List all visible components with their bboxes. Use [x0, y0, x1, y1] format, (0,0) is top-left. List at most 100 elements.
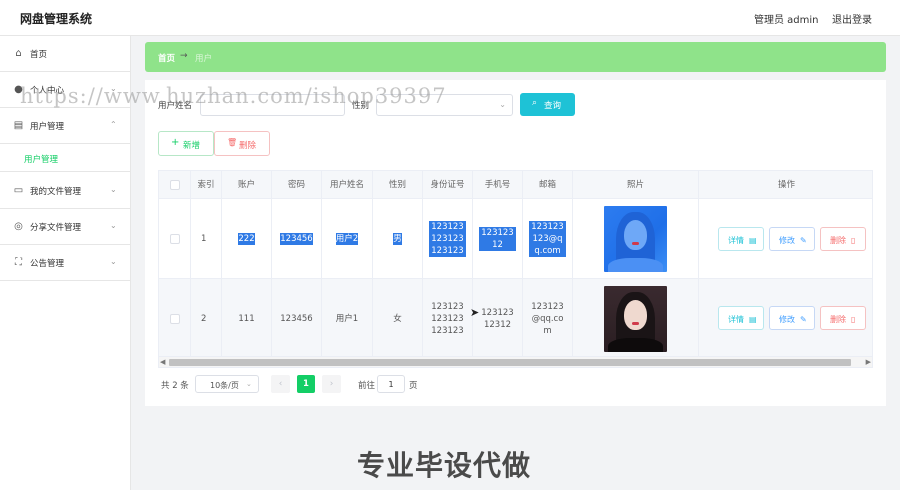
table-horizontal-scrollbar[interactable]: ◀ ▶ — [158, 356, 873, 368]
sidebar-item-my-files[interactable]: ▭ 我的文件管理 ⌄ — [0, 173, 131, 209]
sidebar-item-label: 用户管理 — [30, 122, 65, 132]
header-select-all — [159, 171, 191, 198]
row-checkbox[interactable] — [169, 313, 180, 324]
scrollbar-thumb[interactable] — [169, 359, 851, 366]
cell-phone-text: 12312312 — [479, 226, 516, 251]
goto-page-input[interactable] — [377, 375, 405, 393]
column-header: 性别 — [373, 171, 423, 198]
cell-operations: 详情 ▤ 修改 ✎ 删除 ▯ — [699, 279, 872, 358]
edit-button-label: 修改 — [779, 236, 795, 245]
sidebar-item-label: 我的文件管理 — [30, 187, 82, 197]
cell-phone: 12312312 — [473, 199, 523, 278]
breadcrumb-arrow-icon: → — [180, 51, 188, 61]
plus-icon: + — [171, 137, 180, 148]
document-icon: ▤ — [749, 236, 757, 245]
scroll-right-icon[interactable]: ▶ — [866, 358, 871, 366]
batch-delete-button[interactable]: 🗑 删除 — [214, 131, 270, 156]
row-checkbox[interactable] — [169, 233, 180, 244]
delete-button[interactable]: 删除 ▯ — [820, 306, 866, 330]
edit-button-label: 修改 — [779, 315, 795, 324]
query-button-label: 查询 — [544, 101, 562, 111]
cell-photo — [573, 199, 699, 278]
cell-account: 111 — [222, 279, 272, 358]
prev-page-button[interactable]: ‹ — [271, 375, 290, 393]
add-button[interactable]: + 新增 — [158, 131, 214, 156]
cell-index: 1 — [191, 199, 222, 278]
delete-button-label: 删除 — [830, 236, 846, 245]
chevron-down-icon: ⌄ — [110, 185, 117, 194]
mouse-cursor-icon: ➤ — [470, 306, 480, 319]
sidebar-item-label: 公告管理 — [30, 259, 65, 269]
sidebar-item-home[interactable]: ⌂ 首页 — [0, 36, 131, 72]
column-header: 密码 — [272, 171, 322, 198]
sidebar-item-announcements[interactable]: ⛶ 公告管理 ⌄ — [0, 245, 131, 281]
column-header: 邮箱 — [523, 171, 573, 198]
cell-id-card: 123123123123123123 — [423, 199, 473, 278]
next-page-button[interactable]: › — [322, 375, 341, 393]
table-header-row: 索引 账户 密码 用户姓名 性别 身份证号 手机号 邮箱 照片 操作 — [159, 171, 872, 199]
page-size-select[interactable]: 10条/页 ⌄ — [195, 375, 259, 393]
current-user-label: 管理员 admin — [754, 15, 819, 26]
sidebar-item-user-management[interactable]: ▤ 用户管理 ⌃ — [0, 108, 131, 144]
cell-account-text: 222 — [238, 232, 255, 245]
sidebar-item-shared-files[interactable]: ◎ 分享文件管理 ⌄ — [0, 209, 131, 245]
sidebar-item-label: 分享文件管理 — [30, 223, 82, 233]
column-header: 操作 — [777, 179, 795, 190]
document-icon: ▤ — [749, 315, 757, 324]
delete-button-label: 删除 — [830, 315, 846, 324]
cell-email: 123123123@qq.com — [523, 199, 573, 278]
search-icon: ⌕ — [532, 98, 538, 108]
edit-button[interactable]: 修改 ✎ — [769, 227, 815, 251]
app-title: 网盘管理系统 — [20, 12, 93, 26]
page-suffix-label: 页 — [409, 381, 418, 391]
breadcrumb-current: 用户 — [195, 54, 213, 64]
cell-email: 123123@qq.com — [523, 279, 573, 358]
column-header: 账户 — [222, 171, 272, 198]
trash-icon: ▯ — [851, 315, 856, 324]
user-photo — [604, 285, 667, 352]
cell-phone: 12312312312 — [473, 279, 523, 358]
detail-button-label: 详情 — [728, 236, 744, 245]
column-header: 索引 — [191, 171, 222, 198]
message-icon: ▭ — [13, 185, 24, 196]
cell-account: 222 — [222, 199, 272, 278]
delete-button[interactable]: 删除 ▯ — [820, 227, 866, 251]
cell-name: 用户1 — [322, 279, 373, 358]
detail-button[interactable]: 详情 ▤ — [718, 306, 764, 330]
compass-icon: ◎ — [14, 221, 23, 232]
breadcrumb-home[interactable]: 首页 — [158, 52, 175, 64]
logout-link[interactable]: 退出登录 — [832, 11, 872, 26]
cell-gender: 女 — [373, 279, 423, 358]
cell-photo — [573, 279, 699, 358]
cell-email-text: 123123123@qq.com — [529, 220, 566, 257]
watermark-text: https://www.huzhan.com/ishop39397 — [20, 84, 447, 108]
chevron-down-icon: ⌄ — [110, 257, 117, 266]
chart-icon: ▤ — [13, 120, 24, 131]
query-button[interactable]: ⌕ 查询 — [520, 93, 575, 116]
cell-gender-text: 男 — [393, 232, 402, 245]
table-row: 2 111 123456 用户1 女 123123123123123123 12… — [159, 279, 872, 359]
promo-banner-text: 专业毕设代做 — [357, 449, 532, 482]
edit-button[interactable]: 修改 ✎ — [769, 306, 815, 330]
top-bar: 网盘管理系统 管理员 admin 退出登录 — [0, 0, 900, 36]
sidebar-subitem-user-management[interactable]: 用户管理 — [0, 144, 131, 172]
cell-password: 123456 — [272, 279, 322, 358]
scroll-left-icon[interactable]: ◀ — [160, 358, 165, 366]
column-header: 用户姓名 — [322, 171, 373, 198]
column-header: 手机号 — [473, 171, 523, 198]
row-select-cell — [159, 199, 191, 278]
chevron-down-icon: ⌄ — [110, 221, 117, 230]
current-page-button[interactable]: 1 — [297, 375, 315, 393]
page-size-value: 10条/页 — [210, 381, 239, 390]
cell-name: 用户2 — [322, 199, 373, 278]
pencil-icon: ✎ — [800, 236, 807, 245]
column-header: 照片 — [573, 171, 699, 198]
row-select-cell — [159, 279, 191, 358]
breadcrumb: 首页 → 用户 — [145, 42, 886, 72]
detail-button[interactable]: 详情 ▤ — [718, 227, 764, 251]
pencil-icon: ✎ — [800, 315, 807, 324]
select-all-checkbox[interactable] — [169, 179, 180, 190]
chevron-down-icon: ⌄ — [246, 380, 252, 388]
trash-icon: 🗑 — [227, 138, 238, 147]
trash-icon: ▯ — [851, 236, 856, 245]
